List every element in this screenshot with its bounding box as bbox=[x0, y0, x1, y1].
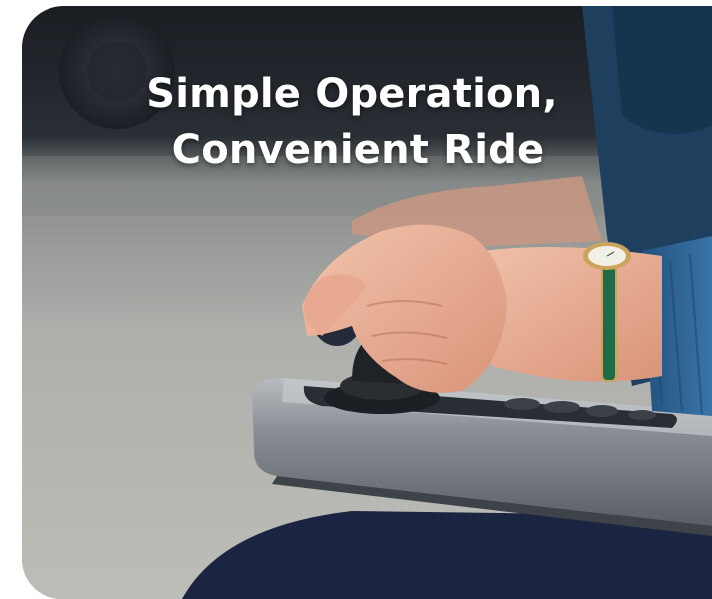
headline: Simple Operation, Convenient Ride bbox=[22, 66, 712, 178]
headline-line-1: Simple Operation, bbox=[146, 71, 558, 117]
headline-line-2: Convenient Ride bbox=[171, 127, 545, 173]
promo-card: Simple Operation, Convenient Ride bbox=[22, 6, 712, 599]
